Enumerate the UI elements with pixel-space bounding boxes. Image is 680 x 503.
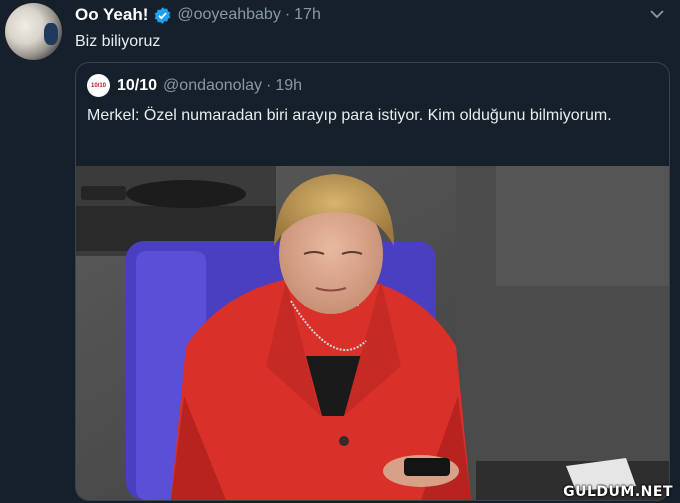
user-handle[interactable]: @ooyeahbaby: [177, 6, 280, 24]
verified-badge-icon: [153, 6, 172, 25]
user-avatar[interactable]: [5, 3, 62, 60]
quoted-timestamp: 19h: [275, 76, 303, 94]
chevron-down-icon[interactable]: [648, 7, 666, 21]
separator: ·: [284, 6, 291, 23]
quoted-avatar: 10/10: [87, 74, 110, 97]
display-name[interactable]: Oo Yeah!: [75, 5, 148, 25]
tweet-text: Biz biliyoruz: [75, 33, 161, 50]
tweet-header: Oo Yeah! @ooyeahbaby · 17h: [75, 5, 321, 25]
quoted-tweet[interactable]: 10/10 10/10 @ondaonolay · 19h Merkel: Öz…: [75, 62, 670, 501]
quoted-separator: ·: [266, 76, 272, 94]
quoted-tweet-header: 10/10 10/10 @ondaonolay · 19h: [87, 74, 302, 97]
watermark: GULDUM.NET: [563, 484, 673, 500]
quoted-photo[interactable]: [76, 166, 669, 500]
quoted-display-name: 10/10: [117, 76, 158, 94]
timestamp[interactable]: 17h: [294, 6, 321, 24]
quoted-handle: @ondaonolay: [163, 76, 263, 94]
quoted-avatar-logo: 10/10: [90, 82, 106, 89]
quoted-tweet-text: Merkel: Özel numaradan biri arayıp para …: [87, 107, 612, 124]
